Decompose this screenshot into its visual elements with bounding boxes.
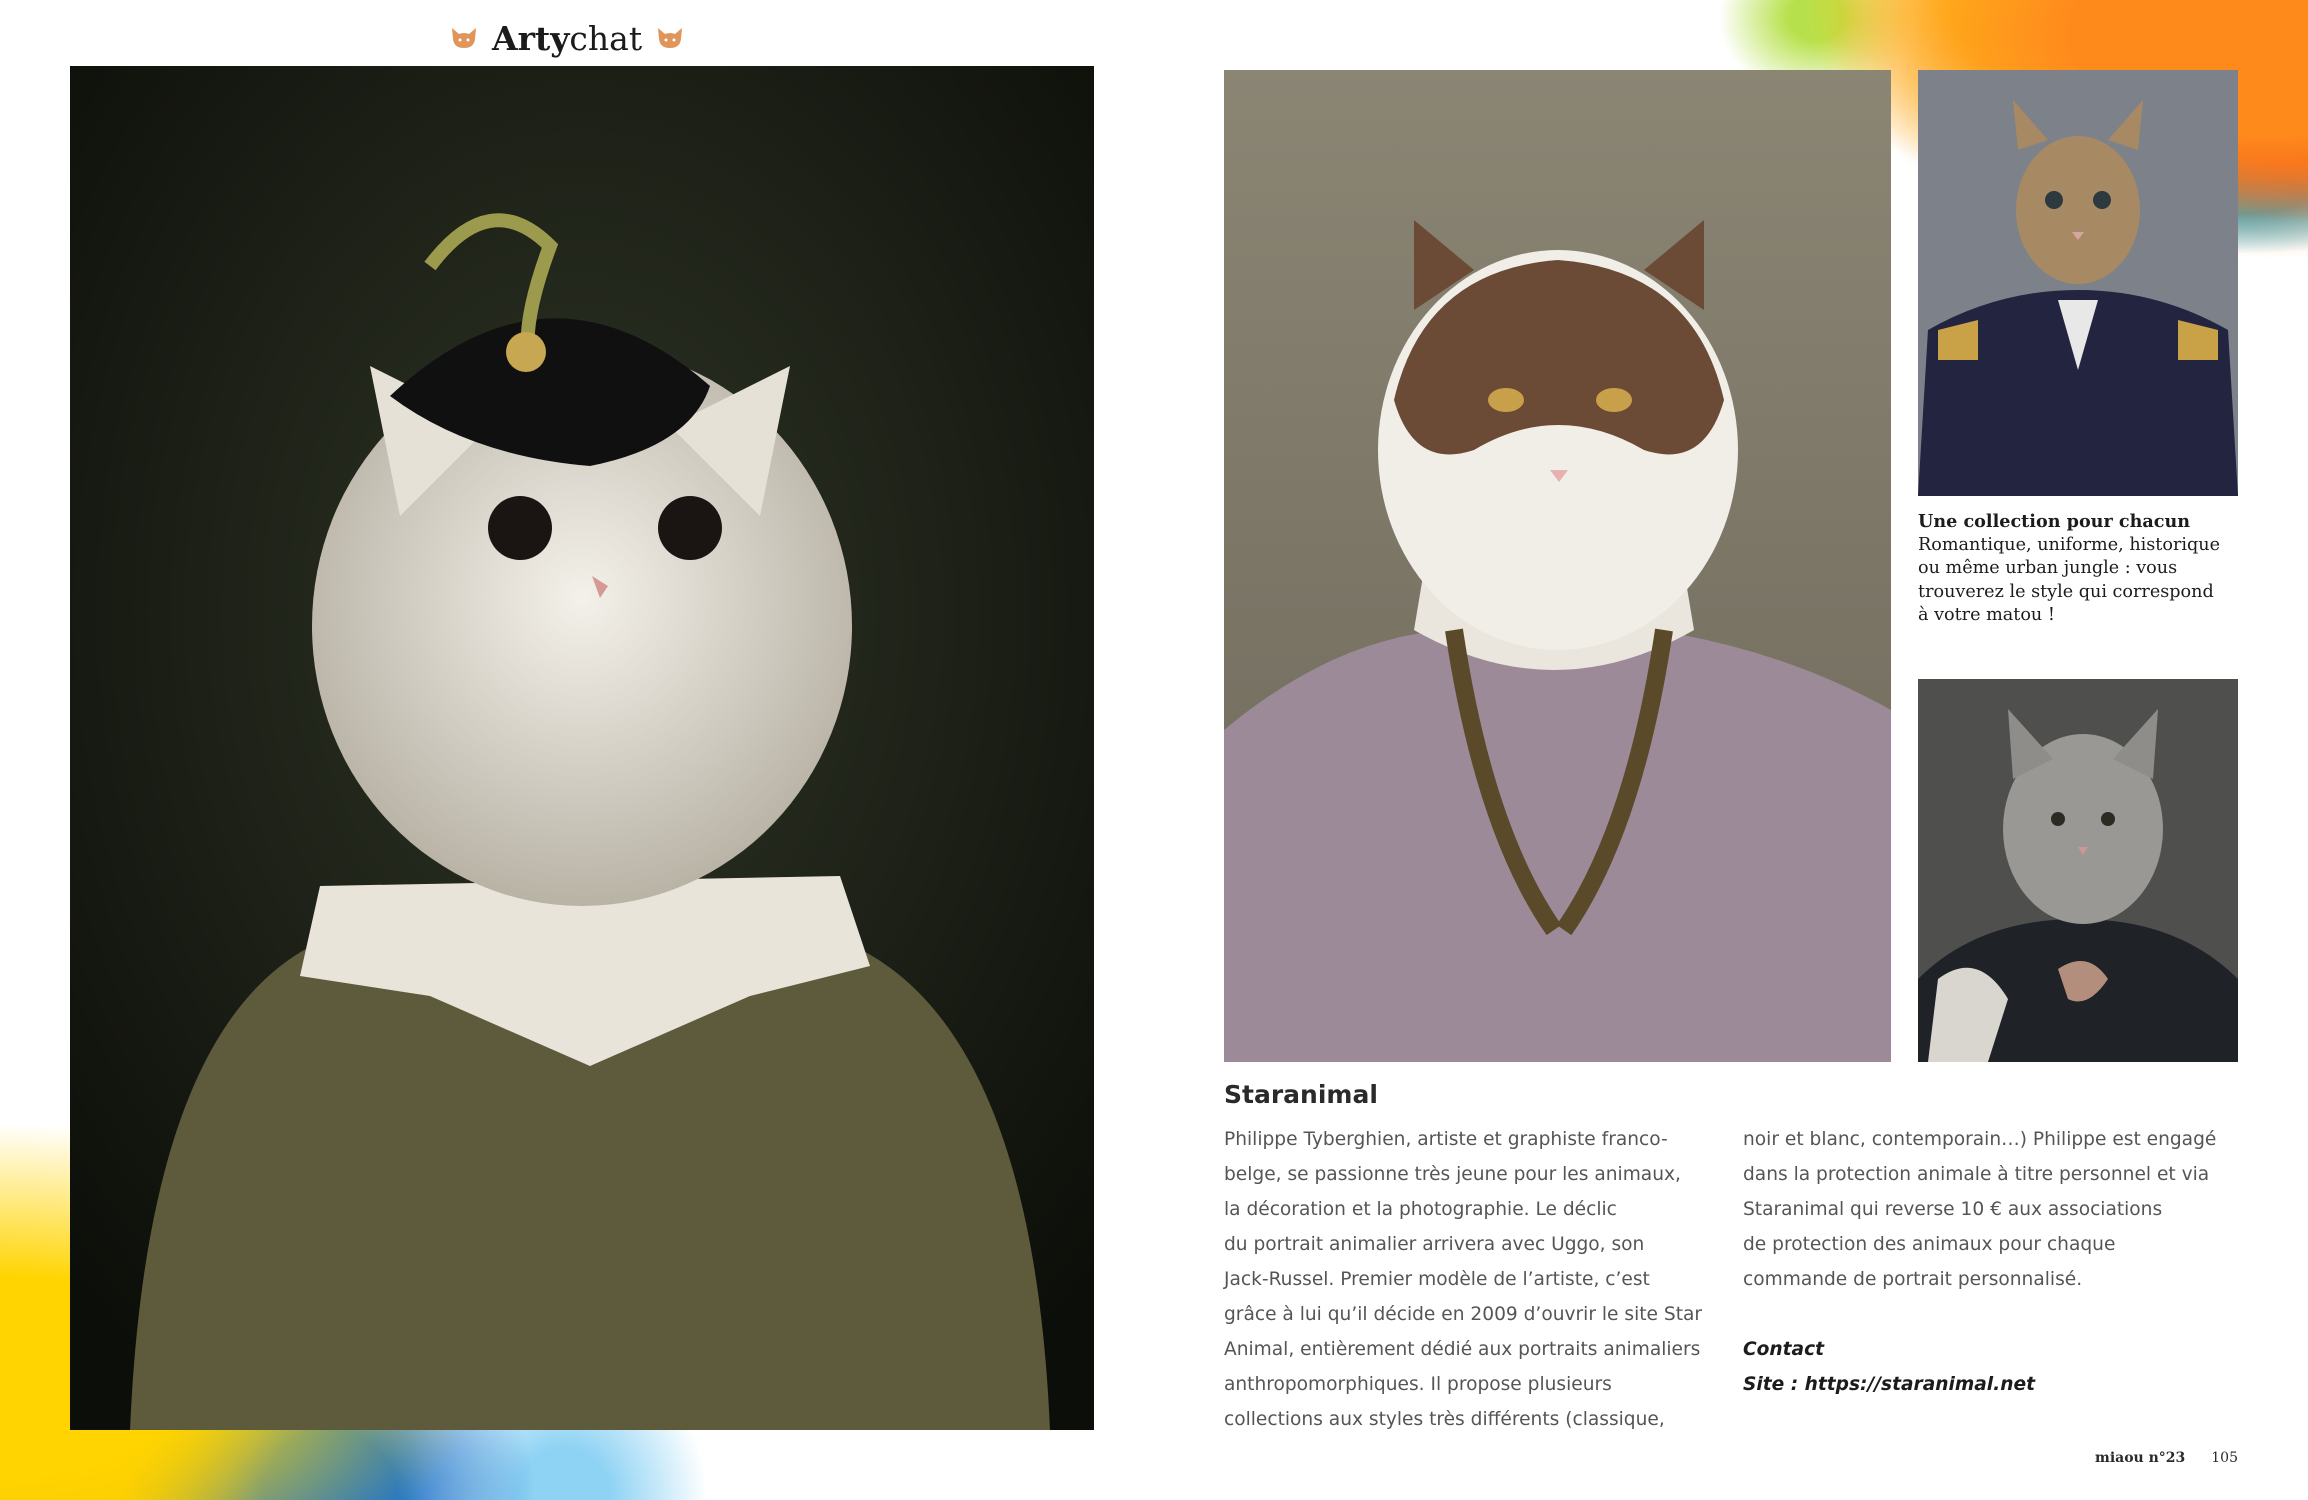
body-line: grâce à lui qu’il décide en 2009 d’ouvri… (1224, 1304, 1703, 1325)
body-line: de protection des animaux pour chaque (1743, 1234, 2116, 1255)
body-line: la décoration et la photographie. Le déc… (1224, 1199, 1617, 1220)
section-header: Artychat (450, 16, 684, 60)
body-line: Philippe Tyberghien, artiste et graphist… (1224, 1129, 1668, 1150)
photo-caption: Une collection pour chacun Romantique, u… (1918, 510, 2248, 628)
page-number: 105 (2211, 1450, 2238, 1466)
cat-head-icon (658, 28, 683, 48)
article-column-left: Philippe Tyberghien, artiste et graphist… (1224, 1122, 1724, 1437)
main-cat-portrait-photo (70, 66, 1094, 1430)
contact-label: Contact (1743, 1339, 1825, 1360)
caption-line: trouverez le style qui correspond (1918, 581, 2214, 602)
caption-line: ou même urban jungle : vous (1918, 558, 2178, 578)
cat-head-icon (452, 28, 476, 48)
magazine-issue: miaou n°23 (2095, 1450, 2186, 1466)
body-line: du portrait animalier arrivera avec Uggo… (1224, 1234, 1645, 1255)
body-line: Jack-Russel. Premier modèle de l’artiste… (1224, 1269, 1650, 1290)
section-title: Artychat (492, 18, 643, 58)
calico-cat-portrait-photo (1224, 70, 1891, 1062)
body-line: commande de portrait personnalisé. (1743, 1269, 2083, 1290)
body-line: anthropomorphiques. Il propose plusieurs (1224, 1374, 1612, 1395)
caption-line: Romantique, uniforme, historique (1918, 534, 2221, 555)
body-line: dans la protection animale à titre perso… (1743, 1164, 2210, 1185)
body-line: Animal, entièrement dédié aux portraits … (1224, 1339, 1701, 1360)
article-title: Staranimal (1224, 1080, 1378, 1109)
article-column-right: noir et blanc, contemporain…) Philippe e… (1743, 1122, 2243, 1402)
page-footer: miaou n°23 105 (2095, 1450, 2238, 1466)
body-line: belge, se passionne très jeune pour les … (1224, 1164, 1681, 1185)
website-link[interactable]: Site : https://staranimal.net (1743, 1367, 2243, 1402)
body-line: collections aux styles très différents (… (1224, 1409, 1665, 1430)
caption-title: Une collection pour chacun (1918, 511, 2191, 532)
caption-line: à votre matou ! (1918, 605, 2055, 625)
body-line: Staranimal qui reverse 10 € aux associat… (1743, 1199, 2163, 1220)
uniform-cat-portrait-photo (1918, 70, 2238, 496)
body-line: noir et blanc, contemporain…) Philippe e… (1743, 1129, 2217, 1150)
grey-cat-portrait-photo (1918, 679, 2238, 1062)
